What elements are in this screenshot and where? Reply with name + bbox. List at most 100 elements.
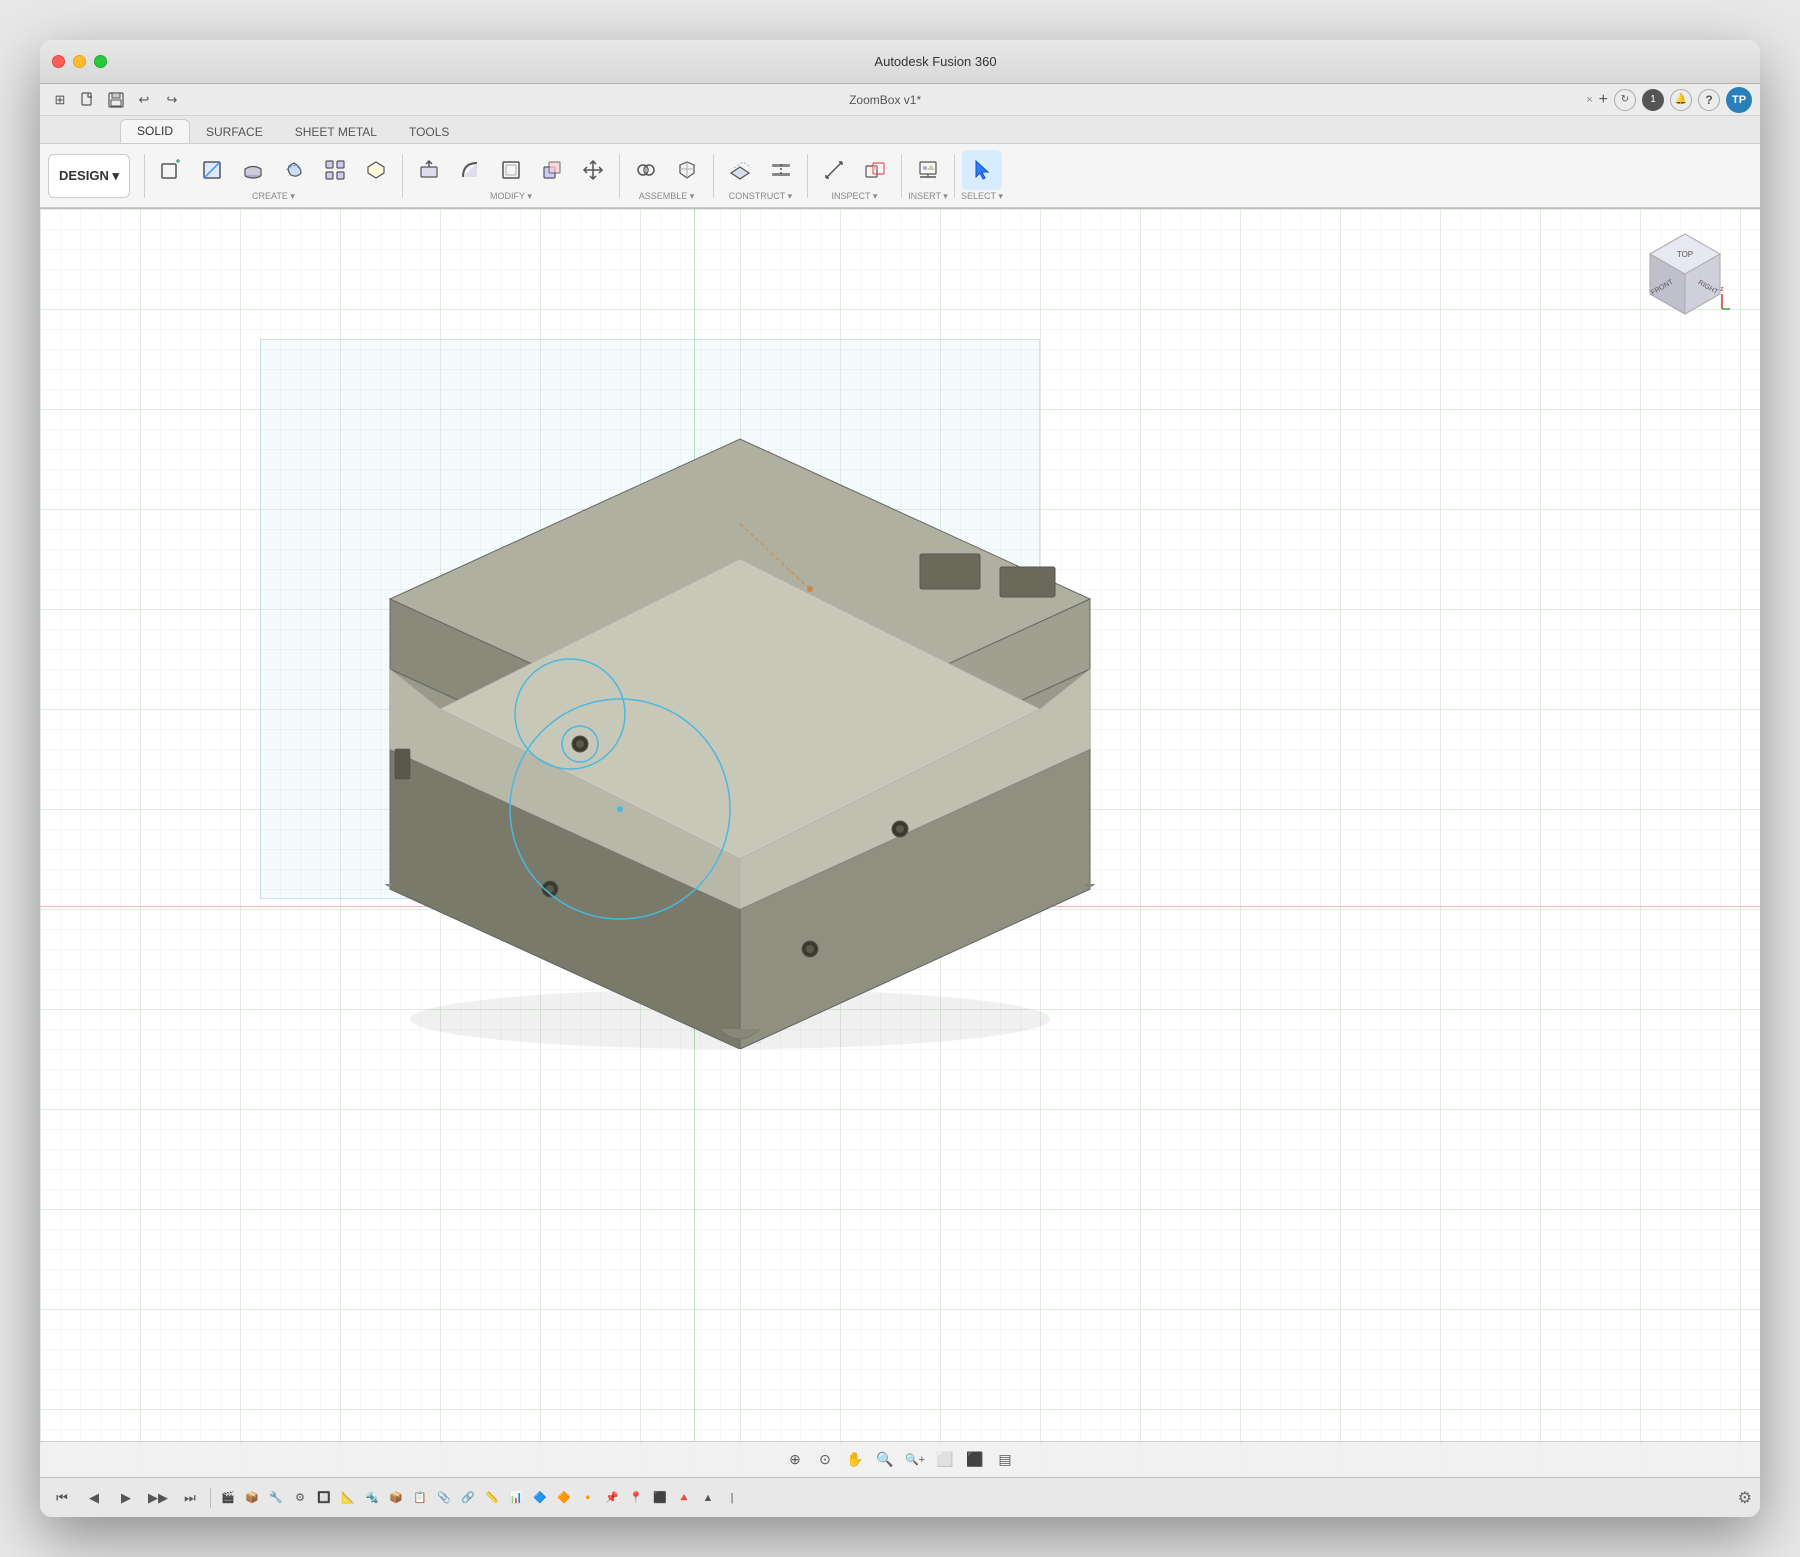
tab-tools[interactable]: TOOLS [393, 121, 465, 143]
timeline-play-btn[interactable]: ▶ [112, 1484, 140, 1512]
file-menu-icon[interactable] [76, 88, 100, 112]
timeline-item-15[interactable]: 🔶 [553, 1487, 575, 1509]
extrude-tool[interactable] [233, 150, 273, 190]
visual-style-icon[interactable]: ⬛ [962, 1447, 988, 1473]
separator-3 [619, 154, 620, 198]
as-built-joint-tool[interactable] [667, 150, 707, 190]
select-group: SELECT ▾ [961, 150, 1003, 202]
timeline-item-1[interactable]: 🎬 [217, 1487, 239, 1509]
save-viewport-icon[interactable]: ⊙ [812, 1447, 838, 1473]
model-svg [240, 369, 1140, 1049]
pan-icon[interactable]: ✋ [842, 1447, 868, 1473]
tab-sheet-metal[interactable]: SHEET METAL [279, 121, 393, 143]
shell-tool[interactable] [491, 150, 531, 190]
select-tool[interactable] [962, 150, 1002, 190]
timeline-item-6[interactable]: 📐 [337, 1487, 359, 1509]
modify-group: MODIFY ▾ [409, 150, 613, 202]
save-icon[interactable] [104, 88, 128, 112]
revolve-tool[interactable] [274, 150, 314, 190]
timeline-item-18[interactable]: 📍 [625, 1487, 647, 1509]
select-icons-row [962, 150, 1002, 190]
create-group-label: CREATE ▾ [252, 191, 295, 202]
modify-icons-row [409, 150, 613, 190]
fillet-tool[interactable] [450, 150, 490, 190]
timeline-end-btn[interactable]: ⏭ [176, 1484, 204, 1512]
separator-6 [901, 154, 902, 198]
tab-solid[interactable]: SOLID [120, 119, 190, 143]
minimize-button[interactable] [73, 55, 86, 68]
insert-tool[interactable] [908, 150, 948, 190]
display-mode-icon[interactable]: ⬜ [932, 1447, 958, 1473]
top-icon-row: ⊞ ↩ ↪ ZoomBox v1* × + ↻ 1 🔔 ? TP [40, 84, 1760, 116]
new-component-tool[interactable] [151, 150, 191, 190]
grid-toggle-icon[interactable]: ▤ [992, 1447, 1018, 1473]
traffic-lights [52, 55, 107, 68]
notification-count-badge[interactable]: 1 [1642, 89, 1664, 111]
zoom-in-icon[interactable]: 🔍+ [902, 1447, 928, 1473]
timeline-item-12[interactable]: 📏 [481, 1487, 503, 1509]
timeline-item-22[interactable]: | [721, 1487, 743, 1509]
timeline-item-8[interactable]: 📦 [385, 1487, 407, 1509]
measure-tool[interactable] [814, 150, 854, 190]
add-tab-button[interactable]: + [1599, 91, 1608, 109]
settings-icon[interactable]: ⚙ [1738, 1488, 1752, 1508]
timeline-item-19[interactable]: ⬛ [649, 1487, 671, 1509]
navigate-icon[interactable]: ⊕ [782, 1447, 808, 1473]
inspect-group-label: INSPECT ▾ [832, 191, 878, 202]
maximize-button[interactable] [94, 55, 107, 68]
timeline-item-17[interactable]: 📌 [601, 1487, 623, 1509]
move-tool[interactable] [573, 150, 613, 190]
midplane-tool[interactable] [761, 150, 801, 190]
more-create-tool[interactable] [356, 150, 396, 190]
construct-group-label: CONSTRUCT ▾ [729, 191, 792, 202]
toolbar-container: ⊞ ↩ ↪ ZoomBox v1* × + ↻ 1 🔔 ? TP [40, 84, 1760, 209]
timeline-item-11[interactable]: 🔗 [457, 1487, 479, 1509]
timeline-item-9[interactable]: 📋 [409, 1487, 431, 1509]
help-icon[interactable]: ? [1698, 89, 1720, 111]
3d-model[interactable] [240, 369, 1140, 1049]
timeline-item-14[interactable]: 🔷 [529, 1487, 551, 1509]
timeline-item-10[interactable]: 📎 [433, 1487, 455, 1509]
grid-icon[interactable]: ⊞ [48, 88, 72, 112]
construction-point [807, 586, 813, 592]
cutout-2 [1000, 567, 1055, 597]
offset-plane-tool[interactable] [720, 150, 760, 190]
undo-icon[interactable]: ↩ [132, 88, 156, 112]
timeline-item-7[interactable]: 🔩 [361, 1487, 383, 1509]
interference-tool[interactable] [855, 150, 895, 190]
create-sketch-tool[interactable] [192, 150, 232, 190]
design-button[interactable]: DESIGN ▾ [48, 154, 130, 198]
pattern-tool[interactable] [315, 150, 355, 190]
timeline-item-4[interactable]: ⚙ [289, 1487, 311, 1509]
circle-center-1 [617, 806, 623, 812]
redo-icon[interactable]: ↪ [160, 88, 184, 112]
user-avatar[interactable]: TP [1726, 87, 1752, 113]
separator-2 [402, 154, 403, 198]
tab-row: SOLID SURFACE SHEET METAL TOOLS [40, 116, 1760, 144]
separator-4 [713, 154, 714, 198]
refresh-icon[interactable]: ↻ [1614, 89, 1636, 111]
timeline-item-2[interactable]: 📦 [241, 1487, 263, 1509]
timeline-item-16[interactable]: 🔸 [577, 1487, 599, 1509]
canvas-area[interactable]: TOP FRONT RIGHT z x ⊕ ⊙ ✋ 🔍 🔍+ ⬜ ⬛ ▤ [40, 209, 1760, 1477]
joint-tool[interactable] [626, 150, 666, 190]
close-tab-button[interactable]: × [1586, 94, 1592, 106]
close-button[interactable] [52, 55, 65, 68]
bell-icon[interactable]: 🔔 [1670, 89, 1692, 111]
timeline-back-btn[interactable]: ◀ [80, 1484, 108, 1512]
timeline-item-3[interactable]: 🔧 [265, 1487, 287, 1509]
timeline-item-5[interactable]: 🔲 [313, 1487, 335, 1509]
combine-tool[interactable] [532, 150, 572, 190]
timeline-start-btn[interactable]: ⏮ [48, 1484, 76, 1512]
construct-icons-row [720, 150, 801, 190]
view-cube[interactable]: TOP FRONT RIGHT z x [1640, 229, 1730, 319]
zoom-out-icon[interactable]: 🔍 [872, 1447, 898, 1473]
tab-surface[interactable]: SURFACE [190, 121, 279, 143]
timeline-forward-btn[interactable]: ▶▶ [144, 1484, 172, 1512]
timeline-item-13[interactable]: 📊 [505, 1487, 527, 1509]
cutout-1 [920, 554, 980, 589]
timeline-item-20[interactable]: 🔺 [673, 1487, 695, 1509]
timeline-item-21[interactable]: ▲ [697, 1487, 719, 1509]
press-pull-tool[interactable] [409, 150, 449, 190]
construct-group: CONSTRUCT ▾ [720, 150, 801, 202]
